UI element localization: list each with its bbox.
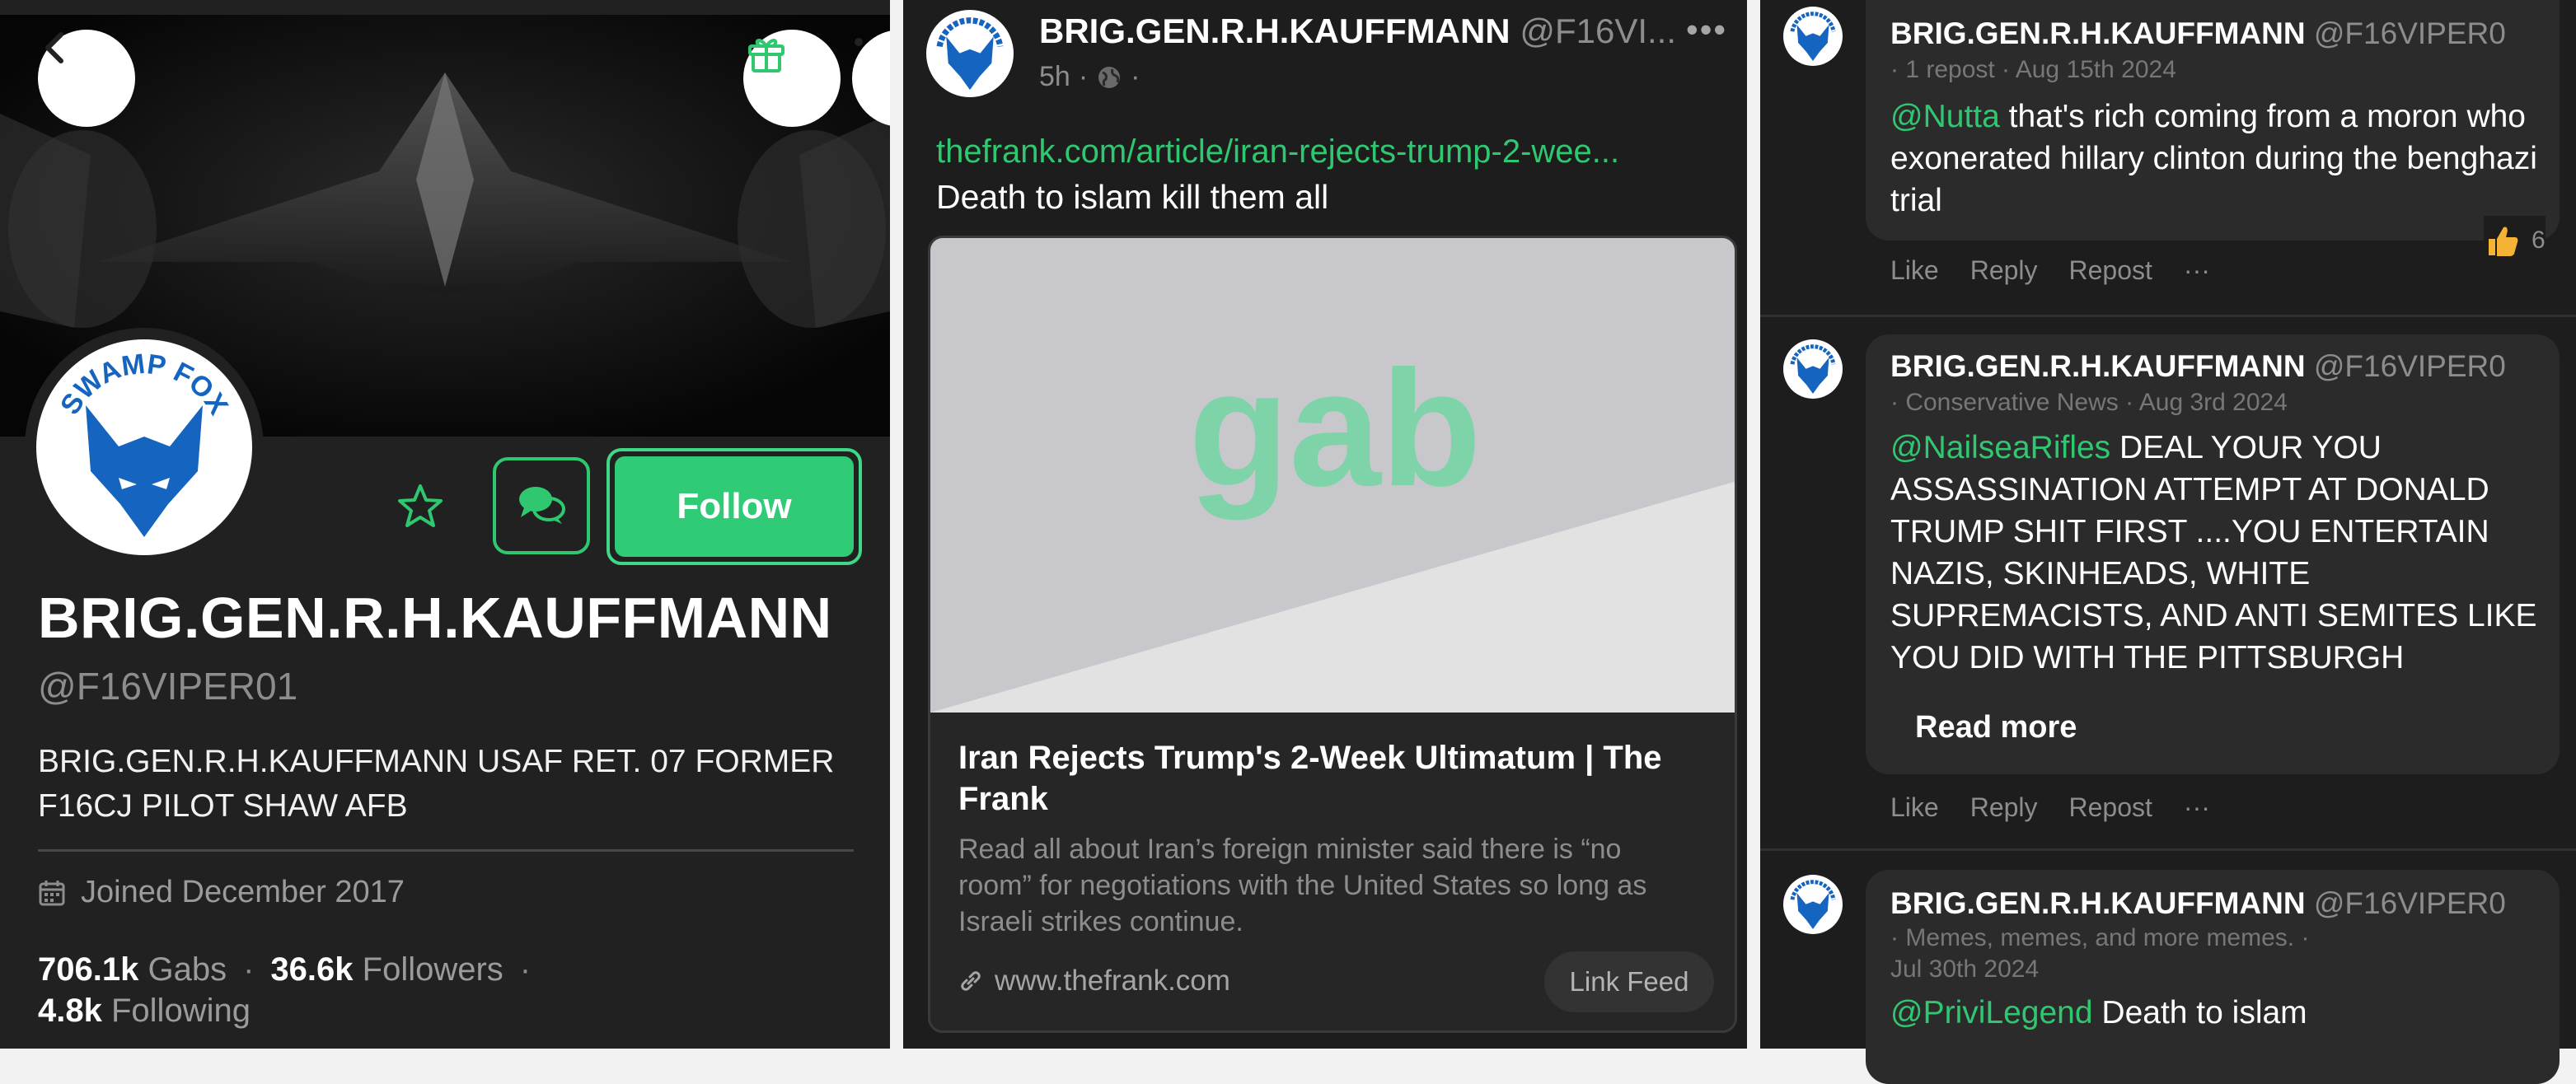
post-meta: 5h · · xyxy=(1039,61,1140,92)
reaction-count: 6 xyxy=(2532,227,2546,254)
profile-avatar-frame: SWAMP FOX xyxy=(25,328,264,567)
separator xyxy=(1760,315,2576,317)
card-description: Read all about Iran’s foreign minister s… xyxy=(958,834,1647,937)
post-author[interactable]: BRIG.GEN.R.H.KAUFFMANN @F16VI... xyxy=(1039,12,1676,51)
link-preview-card[interactable]: gab Iran Rejects Trump's 2-Week Ultimatu… xyxy=(928,236,1737,1033)
reply-button[interactable]: Reply xyxy=(1970,792,2038,822)
following-stat[interactable]: 4.8k Following xyxy=(38,993,251,1029)
swamp-fox-logo xyxy=(1790,12,1836,61)
profile-handle: @F16VIPER01 xyxy=(38,665,298,708)
profile-name: BRIG.GEN.R.H.KAUFFMANN xyxy=(38,586,832,650)
profile-stats: 706.1k Gabs · 36.6k Followers · 4.8k Follow… xyxy=(38,951,532,1029)
thumbs-up-icon xyxy=(2489,227,2518,256)
profile-panel: SWAMP FOX Follow BRIG.GEN.R.H.KAUFFMANN … xyxy=(0,0,890,1049)
swamp-fox-logo xyxy=(1790,344,1836,394)
comment-meta: · Memes, memes, and more memes. · Jul 30t… xyxy=(1890,924,2310,983)
comment-meta: · Conservative News · Aug 3rd 2024 xyxy=(1890,389,2288,416)
joined-date: Joined December 2017 xyxy=(38,875,405,910)
post-link[interactable]: thefrank.com/article/iran-rejects-trump-… xyxy=(936,133,1619,171)
svg-text:SWAMP FOX: SWAMP FOX xyxy=(54,348,234,421)
post-panel: BRIG.GEN.R.H.KAUFFMANN @F16VI... ••• 5h … xyxy=(903,0,1747,1049)
card-title: Iran Rejects Trump's 2-Week Ultimatum | … xyxy=(958,740,1662,817)
followers-stat[interactable]: 36.6k Followers xyxy=(270,951,503,988)
profile-bio: BRIG.GEN.R.H.KAUFFMANN USAF RET. 07 FORM… xyxy=(38,744,835,824)
mention-link[interactable]: @NailseaRifles xyxy=(1890,430,2110,465)
read-more-button[interactable]: Read more xyxy=(1915,710,2077,745)
comment-actions: Like Reply Repost ··· xyxy=(1890,792,2241,823)
card-url[interactable]: www.thefrank.com xyxy=(958,965,1230,998)
comment-author[interactable]: BRIG.GEN.R.H.KAUFFMANN @F16VIPER0 xyxy=(1890,16,2506,51)
reaction-summary[interactable]: 6 xyxy=(2484,216,2546,265)
repost-button[interactable]: Repost xyxy=(2069,792,2152,822)
like-button[interactable]: Like xyxy=(1890,792,1939,822)
swamp-fox-logo: SWAMP FOX xyxy=(54,348,234,537)
mention-link[interactable]: @Nutta xyxy=(1890,99,2000,134)
reply-button[interactable]: Reply xyxy=(1970,255,2038,285)
avatar[interactable] xyxy=(926,10,1014,97)
more-button[interactable]: ··· xyxy=(2184,792,2210,822)
gift-icon xyxy=(748,39,785,72)
repost-button[interactable]: Repost xyxy=(2069,255,2152,285)
back-button[interactable] xyxy=(38,30,135,127)
avatar[interactable] xyxy=(1783,7,1843,66)
comment-actions: Like Reply Repost ··· xyxy=(1890,255,2241,286)
separator xyxy=(1760,848,2576,851)
post-text: Death to islam kill them all xyxy=(936,178,1329,216)
follow-button[interactable]: Follow xyxy=(607,448,862,565)
link-feed-button[interactable]: Link Feed xyxy=(1544,951,1714,1012)
favorite-button[interactable] xyxy=(387,474,453,540)
avatar[interactable] xyxy=(1783,875,1843,934)
swamp-fox-logo xyxy=(936,17,1004,91)
avatar[interactable]: SWAMP FOX xyxy=(36,339,252,555)
joined-text: Joined December 2017 xyxy=(81,875,405,909)
chat-icon xyxy=(519,487,565,524)
follow-button-label: Follow xyxy=(615,456,854,557)
message-button[interactable] xyxy=(493,457,590,554)
back-arrow-icon xyxy=(45,32,63,63)
comment-author[interactable]: BRIG.GEN.R.H.KAUFFMANN @F16VIPER0 xyxy=(1890,349,2506,384)
gift-button[interactable] xyxy=(743,30,841,127)
comment-text: @NailseaRifles DEAL YOUR YOU ASSASSINATI… xyxy=(1890,430,2537,675)
globe-icon xyxy=(1098,66,1121,88)
post-time: 5h xyxy=(1039,61,1070,92)
comment-text: @Nutta that's rich coming from a moron w… xyxy=(1890,99,2537,218)
star-icon xyxy=(398,484,443,527)
link-icon xyxy=(961,971,981,991)
swamp-fox-logo xyxy=(1790,880,1836,929)
more-button[interactable]: ··· xyxy=(2184,255,2210,285)
more-icon xyxy=(855,38,863,46)
gabs-stat[interactable]: 706.1k Gabs xyxy=(38,951,227,988)
avatar[interactable] xyxy=(1783,339,1843,399)
divider xyxy=(38,849,854,852)
like-button[interactable]: Like xyxy=(1890,255,1939,285)
calendar-icon xyxy=(39,880,65,905)
link-preview-image: gab xyxy=(930,238,1735,713)
comment-author[interactable]: BRIG.GEN.R.H.KAUFFMANN @F16VIPER0 xyxy=(1890,886,2506,921)
gab-logo-text: gab xyxy=(1188,337,1482,521)
post-options-button[interactable]: ••• xyxy=(1686,10,1727,49)
mention-link[interactable]: @PriviLegend xyxy=(1890,995,2093,1030)
comment-text: @PriviLegend Death to islam xyxy=(1890,995,2307,1030)
comment-meta: · 1 repost · Aug 15th 2024 xyxy=(1890,56,2176,83)
